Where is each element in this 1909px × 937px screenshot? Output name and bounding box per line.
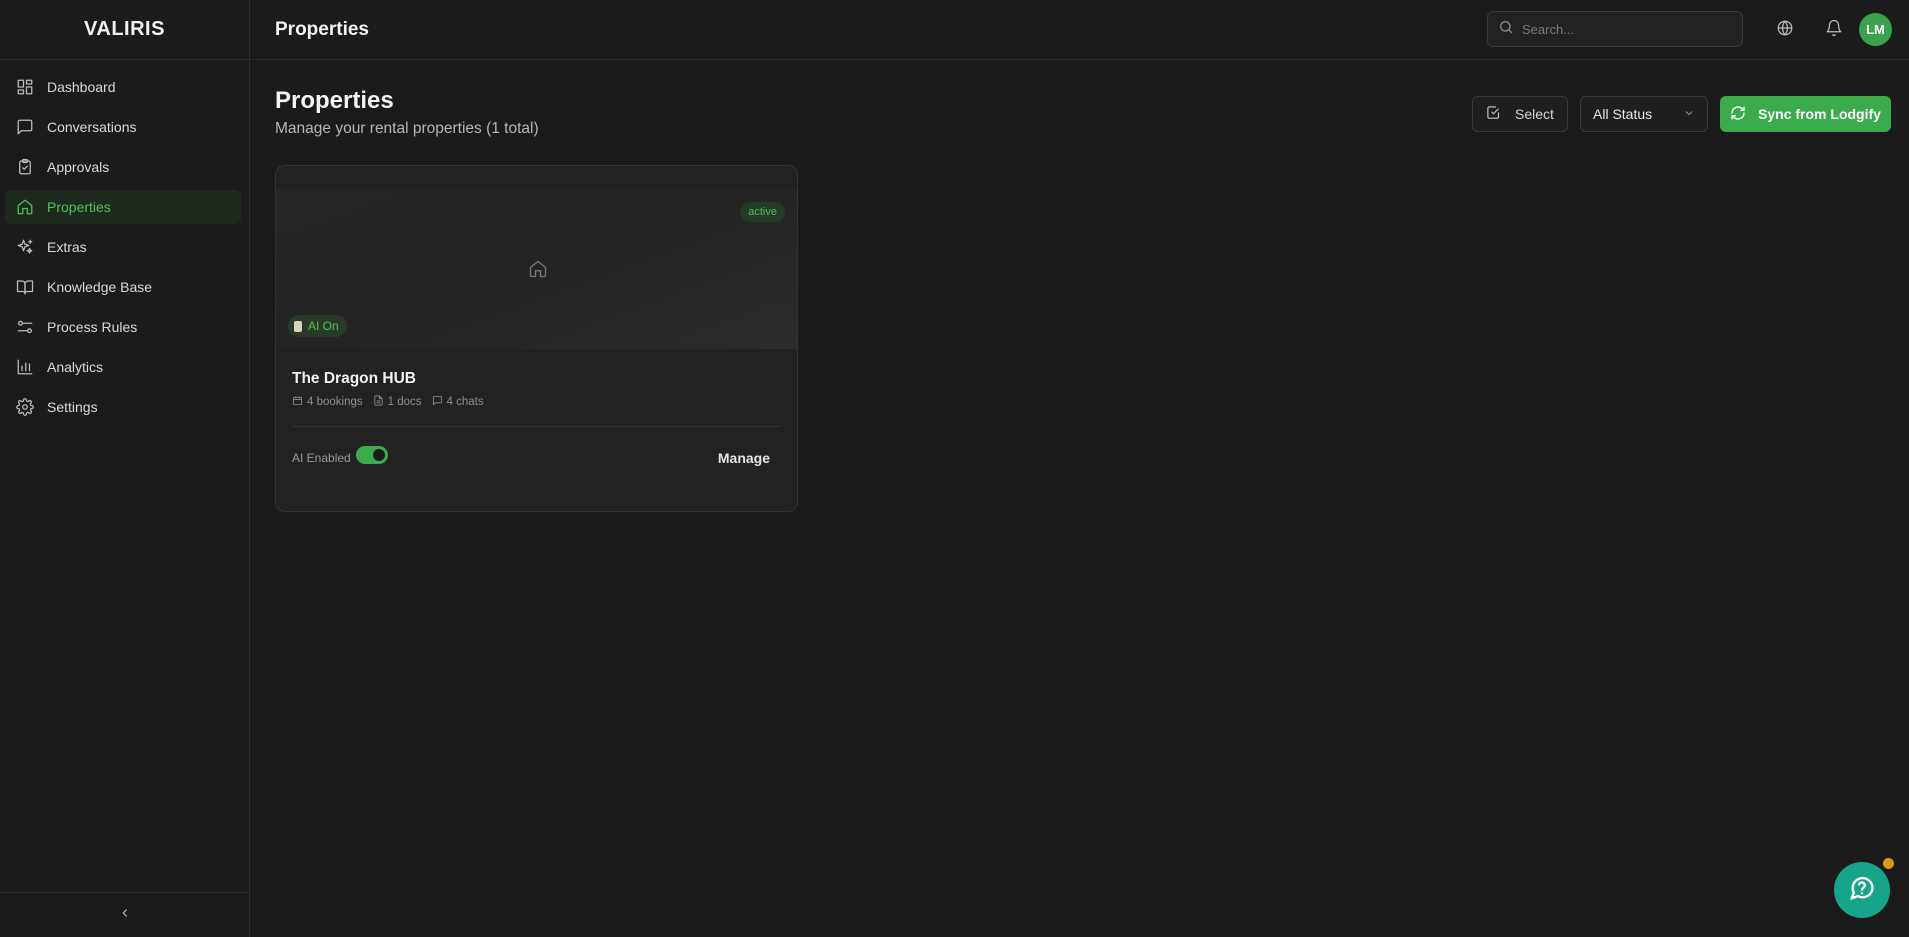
toggle-knob xyxy=(373,449,385,461)
app: VALIRIS Dashboard Conversations Approval… xyxy=(0,0,1909,937)
bookings-label: 4 bookings xyxy=(307,396,363,408)
help-circle-icon xyxy=(1848,874,1876,907)
home-icon xyxy=(528,259,548,284)
chats-count: 4 chats xyxy=(432,395,484,409)
brand-logo[interactable]: VALIRIS xyxy=(0,0,249,60)
status-badge: active xyxy=(740,202,785,222)
gear-icon xyxy=(15,397,35,417)
sidebar-item-label: Analytics xyxy=(47,359,104,375)
book-open-icon xyxy=(15,277,35,297)
property-image-placeholder: active AI On xyxy=(276,189,797,349)
sidebar-item-label: Conversations xyxy=(47,119,137,135)
sidebar-item-process-rules[interactable]: Process Rules xyxy=(5,310,241,344)
refresh-icon xyxy=(1730,105,1746,124)
sidebar-item-label: Settings xyxy=(47,399,98,415)
message-square-icon xyxy=(432,395,443,409)
home-icon xyxy=(15,197,35,217)
ai-enabled-label: AI Enabled xyxy=(292,451,351,465)
sliders-icon xyxy=(15,317,35,337)
bell-icon[interactable] xyxy=(1825,19,1845,39)
ai-on-label: AI On xyxy=(308,319,339,333)
sidebar-nav: Dashboard Conversations Approvals Proper… xyxy=(0,60,249,424)
docs-label: 1 docs xyxy=(387,396,422,408)
sidebar-item-label: Knowledge Base xyxy=(47,279,153,295)
search-icon xyxy=(1498,19,1514,40)
sidebar-item-label: Dashboard xyxy=(47,79,116,95)
sparkles-icon xyxy=(15,237,35,257)
card-divider xyxy=(292,426,781,427)
main-content: Properties Manage your rental properties… xyxy=(251,61,1909,937)
sidebar-item-conversations[interactable]: Conversations xyxy=(5,110,241,144)
checkbox-square-icon xyxy=(1486,105,1501,123)
sidebar-item-settings[interactable]: Settings xyxy=(5,390,241,424)
sidebar-item-approvals[interactable]: Approvals xyxy=(5,150,241,184)
message-square-icon xyxy=(15,117,35,137)
file-icon xyxy=(373,395,384,409)
clipboard-check-icon xyxy=(15,157,35,177)
sync-from-lodgify-button[interactable]: Sync from Lodgify xyxy=(1720,96,1891,132)
property-name[interactable]: The Dragon HUB xyxy=(292,370,416,388)
calendar-icon xyxy=(292,395,303,409)
ai-on-badge: AI On xyxy=(288,315,347,337)
sidebar-item-dashboard[interactable]: Dashboard xyxy=(5,70,241,104)
property-meta: 4 bookings 1 docs 4 chats xyxy=(292,395,484,409)
sidebar-item-label: Process Rules xyxy=(47,319,138,335)
bot-icon xyxy=(294,320,302,332)
sidebar-item-label: Approvals xyxy=(47,159,110,175)
status-filter-select[interactable]: All Status xyxy=(1580,96,1708,132)
chevron-down-icon xyxy=(1683,106,1695,122)
sync-button-label: Sync from Lodgify xyxy=(1758,106,1881,122)
avatar[interactable]: LM xyxy=(1859,13,1892,46)
bar-chart-icon xyxy=(15,357,35,377)
bookings-count: 4 bookings xyxy=(292,395,363,409)
sidebar-item-label: Extras xyxy=(47,239,87,255)
status-filter-value: All Status xyxy=(1593,106,1653,122)
select-button[interactable]: Select xyxy=(1472,96,1568,132)
page-subtitle: Manage your rental properties (1 total) xyxy=(275,120,539,137)
sidebar-collapse-button[interactable] xyxy=(0,892,249,937)
search-box[interactable] xyxy=(1487,11,1743,47)
chats-label: 4 chats xyxy=(446,396,484,408)
topbar: Properties LM xyxy=(251,0,1909,60)
sidebar: VALIRIS Dashboard Conversations Approval… xyxy=(0,0,250,937)
page-title: Properties xyxy=(275,87,394,114)
chevron-left-icon xyxy=(118,906,132,925)
sidebar-item-analytics[interactable]: Analytics xyxy=(5,350,241,384)
sidebar-item-knowledge-base[interactable]: Knowledge Base xyxy=(5,270,241,304)
search-input[interactable] xyxy=(1522,21,1732,37)
sidebar-item-label: Properties xyxy=(47,199,111,215)
help-chat-button[interactable] xyxy=(1834,862,1890,918)
globe-icon[interactable] xyxy=(1776,19,1796,39)
sidebar-item-extras[interactable]: Extras xyxy=(5,230,241,264)
notification-dot xyxy=(1883,858,1894,869)
manage-button[interactable]: Manage xyxy=(718,450,770,466)
ai-enabled-toggle[interactable] xyxy=(356,446,388,464)
sidebar-item-properties[interactable]: Properties xyxy=(5,190,241,224)
topbar-title: Properties xyxy=(275,18,369,40)
dashboard-icon xyxy=(15,77,35,97)
select-button-label: Select xyxy=(1515,106,1554,122)
property-card[interactable]: active AI On The Dragon HUB 4 bookings 1… xyxy=(275,165,798,512)
docs-count: 1 docs xyxy=(373,395,422,409)
